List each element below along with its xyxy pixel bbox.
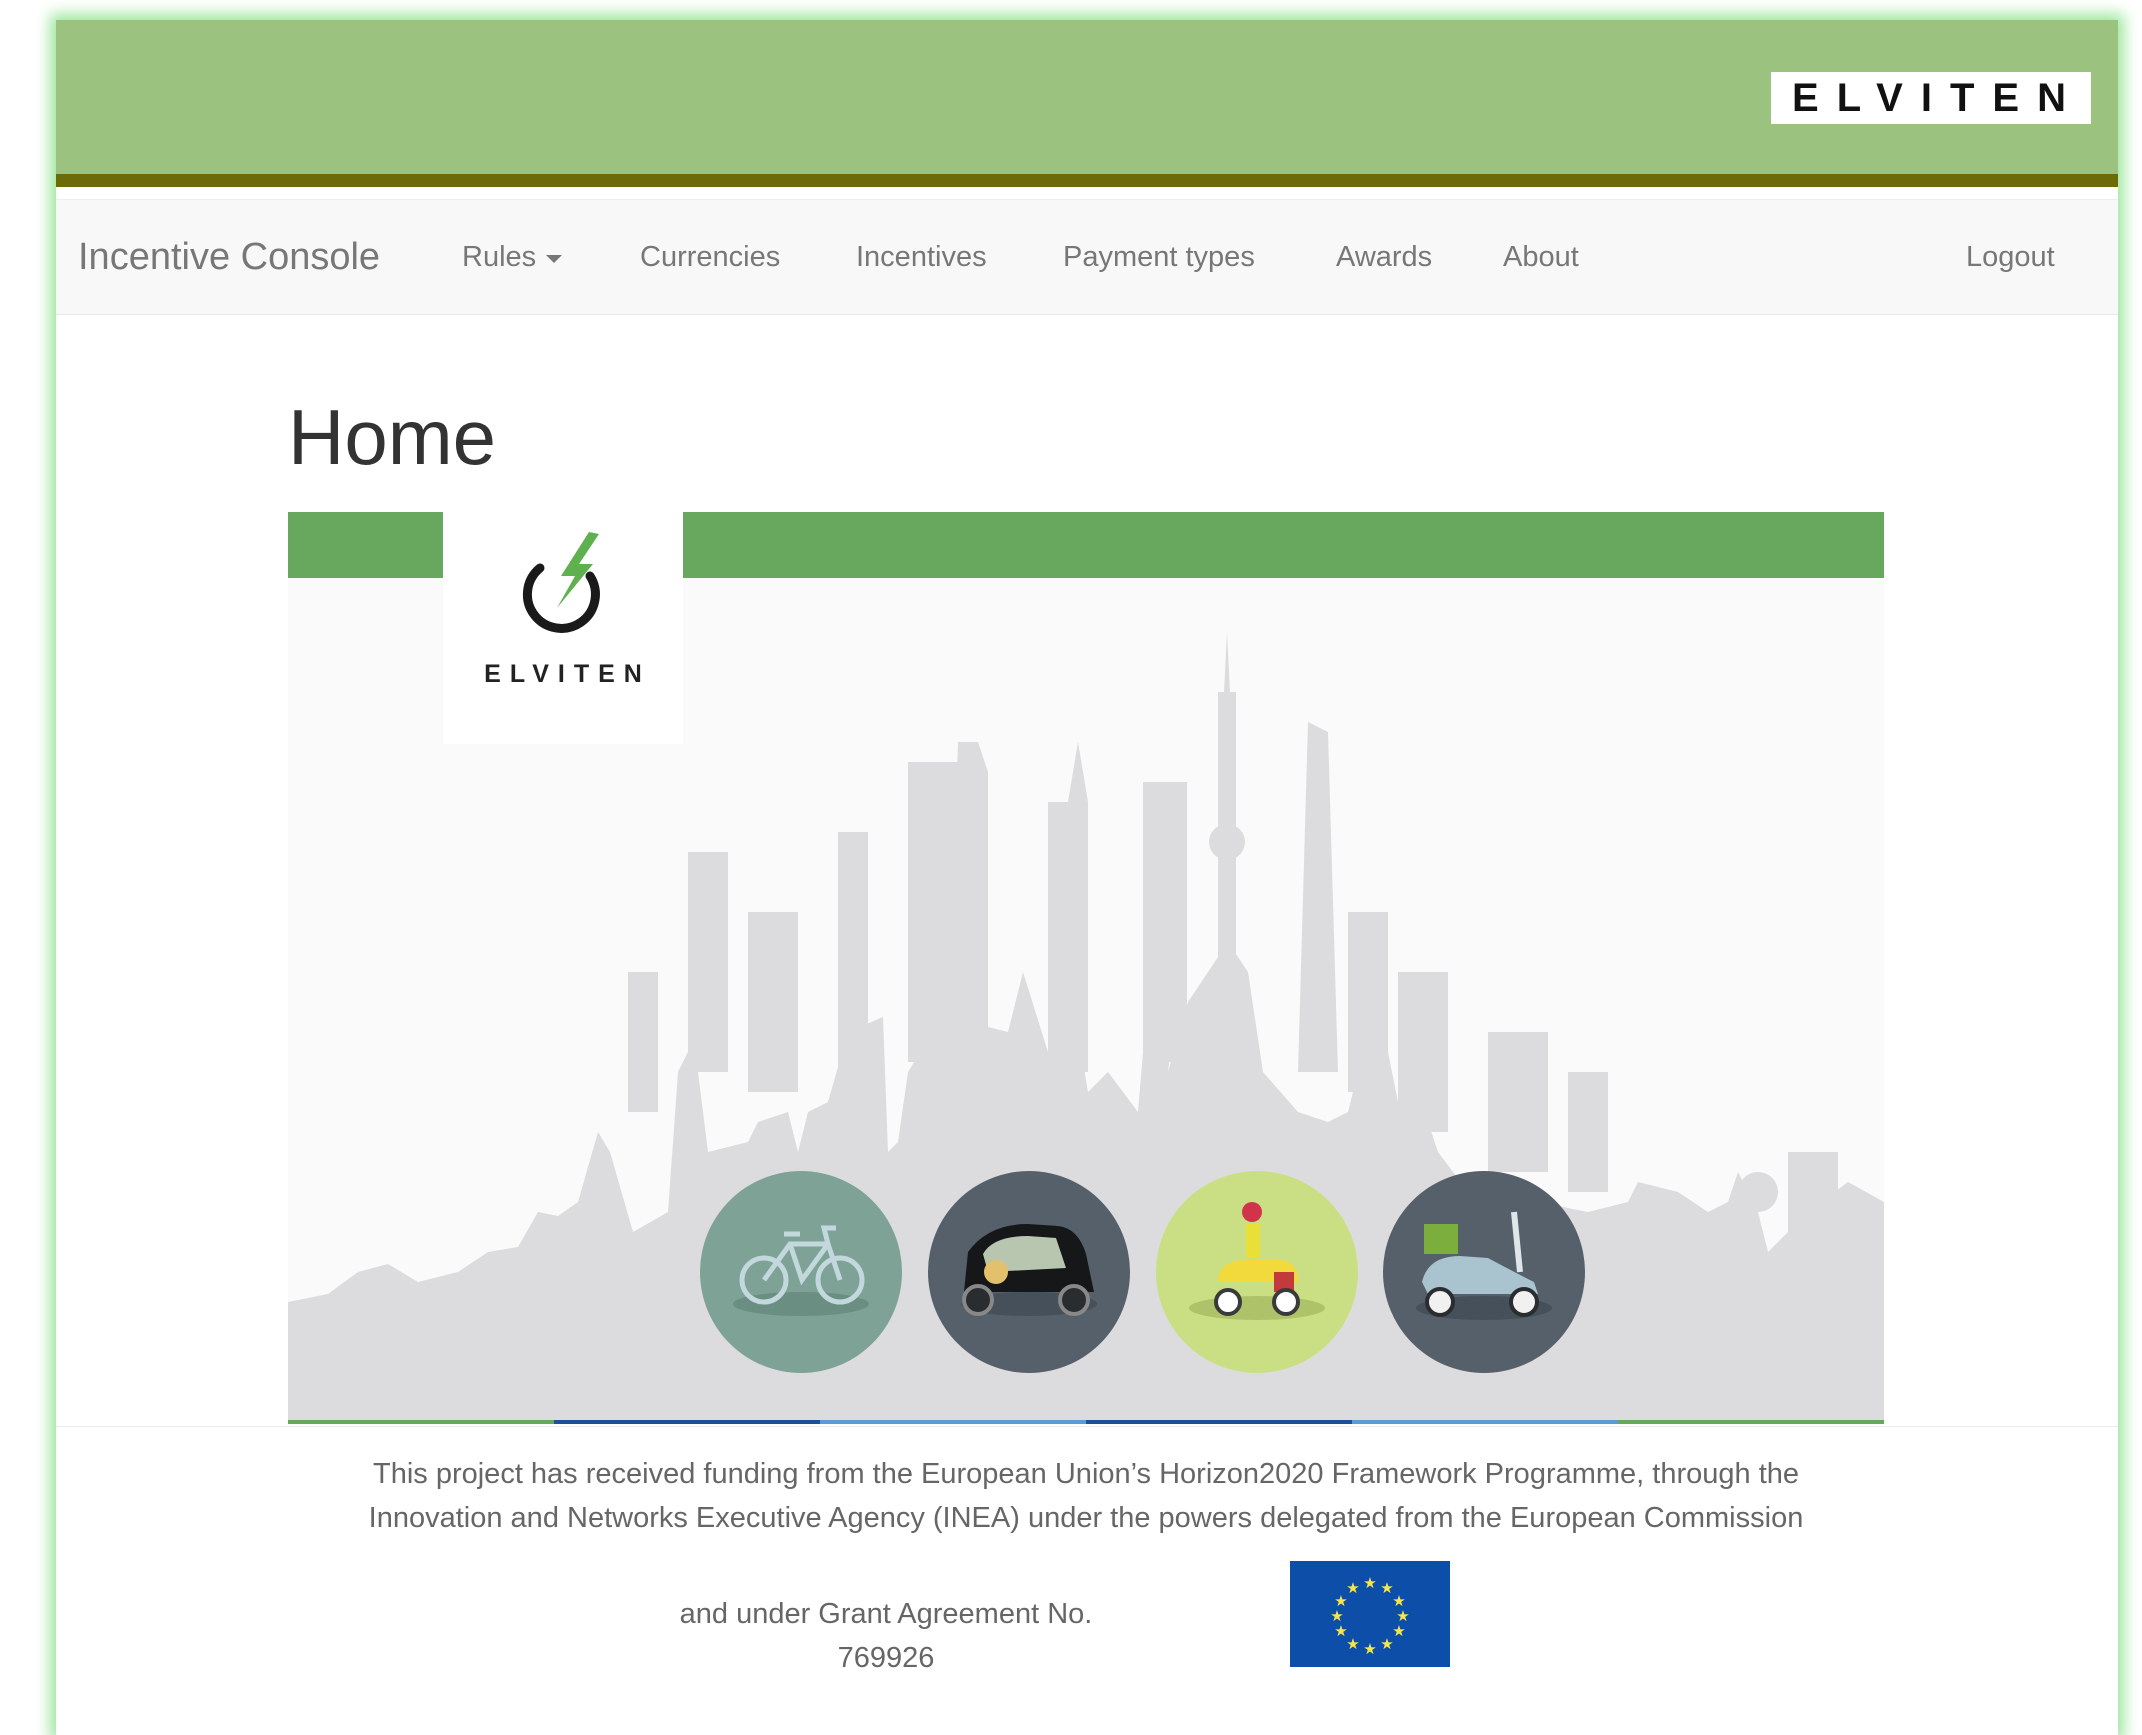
svg-text:★: ★ (1380, 1635, 1393, 1653)
svg-text:★: ★ (1346, 1579, 1359, 1597)
nav-awards[interactable]: Awards (1336, 200, 1432, 314)
banner-divider (56, 174, 2118, 187)
elviten-header-logo: ELVITEN (1771, 72, 2091, 124)
elviten-logo-wordmark: ELVITEN (484, 660, 651, 688)
top-banner: ELVITEN (56, 20, 2118, 174)
nav-brand[interactable]: Incentive Console (78, 200, 380, 314)
power-bolt-icon (522, 532, 600, 633)
logout-link[interactable]: Logout (1966, 200, 2055, 314)
hero-image: ELVITEN (288, 512, 1884, 1424)
caret-down-icon (546, 255, 563, 263)
nav-currencies[interactable]: Currencies (640, 200, 780, 314)
svg-text:★: ★ (1363, 1640, 1376, 1658)
footer-grant-line: and under Grant Agreement No. 769926 (679, 1598, 1093, 1674)
nav-incentives[interactable]: Incentives (856, 200, 987, 314)
nav-payment-types[interactable]: Payment types (1063, 200, 1255, 314)
navbar: Incentive Console Rules Currencies Incen… (56, 199, 2118, 315)
hero-top-bar-right (683, 512, 1884, 578)
footer-funding-line-2: Innovation and Networks Executive Agency… (368, 1502, 1804, 1534)
hero-color-bar (288, 1420, 1884, 1424)
svg-text:★: ★ (1392, 1622, 1405, 1640)
footer-funding-line-1: This project has received funding from t… (372, 1458, 1800, 1490)
page-title: Home (288, 393, 497, 481)
svg-text:★: ★ (1346, 1635, 1359, 1653)
browser-page: ELVITEN Incentive Console Rules Currenci… (56, 20, 2118, 1735)
hero-top-bar-left (288, 512, 443, 578)
eu-flag-icon: ★ ★ ★ ★ ★ ★ ★ ★ ★ ★ ★ ★ (1290, 1561, 1450, 1667)
nav-rules-dropdown[interactable]: Rules (462, 200, 563, 314)
footer-divider (56, 1426, 2118, 1427)
nav-about[interactable]: About (1503, 200, 1579, 314)
nav-rules-label: Rules (462, 240, 537, 273)
svg-text:★: ★ (1363, 1574, 1376, 1592)
elviten-hero-logo: ELVITEN (443, 512, 683, 744)
